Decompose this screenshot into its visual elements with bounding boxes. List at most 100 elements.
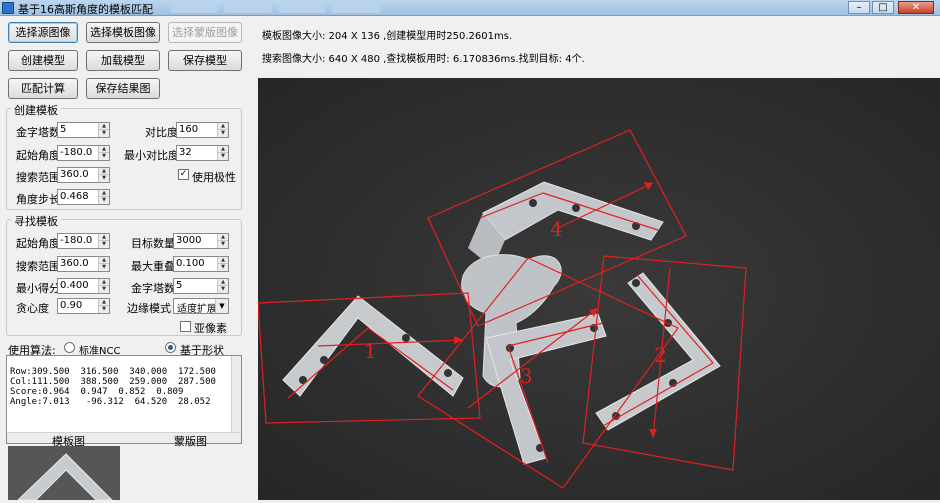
match-label-2: 2 — [654, 343, 667, 367]
spin-up-icon[interactable]: ▲ — [99, 168, 109, 175]
find-search-range-spinner[interactable]: 360.0 ▲ ▼ — [57, 256, 110, 272]
maximize-button[interactable]: □ — [872, 1, 894, 14]
max-overlap-spinner[interactable]: 0.100 ▲ ▼ — [173, 256, 229, 272]
spin-down-icon[interactable]: ▼ — [99, 175, 109, 182]
taskbar-tabs — [170, 2, 410, 14]
target-count-value: 3000 — [176, 235, 202, 246]
save-result-button[interactable]: 保存结果图 — [86, 78, 160, 99]
vertical-scrollbar[interactable] — [231, 356, 241, 432]
min-score-label: 最小得分 — [16, 282, 60, 295]
min-contrast-spinner[interactable]: 32 ▲ ▼ — [176, 145, 229, 161]
spin-down-icon[interactable]: ▼ — [218, 286, 228, 293]
max-overlap-value: 0.100 — [176, 258, 205, 269]
spin-down-icon[interactable]: ▼ — [99, 286, 109, 293]
template-part-image — [8, 446, 120, 501]
tab-1[interactable] — [170, 2, 218, 13]
find-pyramid-spinner[interactable]: 5 ▲ ▼ — [173, 278, 229, 294]
contrast-spinner[interactable]: 160 ▲ ▼ — [176, 122, 229, 138]
tab-3[interactable] — [278, 2, 326, 13]
greediness-spinner[interactable]: 0.90 ▲ ▼ — [57, 298, 110, 314]
save-model-button[interactable]: 保存模型 — [168, 50, 242, 71]
spin-up-icon[interactable]: ▲ — [99, 146, 109, 153]
max-overlap-label: 最大重叠 — [131, 260, 175, 273]
result-angle: Angle:7.013 -96.312 64.520 28.052 — [10, 397, 211, 407]
spin-up-icon[interactable]: ▲ — [218, 146, 228, 153]
edge-mode-label: 边缘模式 — [127, 302, 171, 315]
min-score-spinner[interactable]: 0.400 ▲ ▼ — [57, 278, 110, 294]
spin-down-icon[interactable]: ▼ — [99, 264, 109, 271]
result-score: Score:0.964 0.947 0.852 0.809 — [10, 387, 184, 397]
select-template-button[interactable]: 选择模板图像 — [86, 22, 160, 43]
spin-down-icon[interactable]: ▼ — [218, 153, 228, 160]
image-viewer[interactable]: 1 2 3 4 — [257, 78, 940, 500]
create-search-range-spinner[interactable]: 360.0 ▲ ▼ — [57, 167, 110, 183]
result-textbox[interactable]: Row:309.500 316.500 340.000 172.500 Col:1… — [6, 355, 242, 444]
create-pyramid-label: 金字塔数 — [16, 126, 60, 139]
tab-4[interactable] — [332, 2, 380, 13]
find-start-angle-value: -180.0 — [60, 235, 93, 246]
spin-up-icon[interactable]: ▲ — [218, 279, 228, 286]
spin-up-icon[interactable]: ▲ — [99, 190, 109, 197]
edge-mode-value: 适度扩展 — [177, 304, 217, 315]
chevron-down-icon[interactable]: ▼ — [215, 299, 228, 313]
shape-radio[interactable] — [165, 342, 176, 353]
polarity-checkbox[interactable]: ✓ — [178, 169, 189, 180]
create-pyramid-spinner[interactable]: 5 ▲ ▼ — [57, 122, 110, 138]
spin-down-icon[interactable]: ▼ — [218, 241, 228, 248]
polarity-label: 使用极性 — [192, 171, 236, 184]
spin-up-icon[interactable]: ▲ — [99, 234, 109, 241]
find-start-angle-spinner[interactable]: -180.0 ▲ ▼ — [57, 233, 110, 249]
match-result-canvas: 1 2 3 4 — [257, 78, 940, 500]
match-compute-button[interactable]: 匹配计算 — [8, 78, 78, 99]
find-pyramid-value: 5 — [176, 280, 183, 291]
spin-up-icon[interactable]: ▲ — [218, 234, 228, 241]
min-score-value: 0.400 — [60, 280, 89, 291]
create-start-angle-value: -180.0 — [60, 147, 93, 158]
angle-step-label: 角度步长 — [16, 193, 60, 206]
select-mask-button[interactable]: 选择蒙版图像 — [168, 22, 242, 43]
spin-down-icon[interactable]: ▼ — [99, 197, 109, 204]
spin-up-icon[interactable]: ▲ — [99, 123, 109, 130]
spin-down-icon[interactable]: ▼ — [99, 130, 109, 137]
match-label-3: 3 — [520, 364, 533, 388]
edge-mode-dropdown[interactable]: 适度扩展 ▼ — [173, 298, 229, 315]
template-thumbnail — [8, 446, 120, 501]
find-pyramid-label: 金字塔数 — [131, 282, 175, 295]
spin-down-icon[interactable]: ▼ — [218, 264, 228, 271]
select-source-button[interactable]: 选择源图像 — [8, 22, 78, 43]
spin-up-icon[interactable]: ▲ — [99, 257, 109, 264]
angle-step-spinner[interactable]: 0.468 ▲ ▼ — [57, 189, 110, 205]
title-bar: 基于16高斯角度的模板匹配 – □ ✕ — [0, 0, 940, 16]
create-pyramid-value: 5 — [60, 124, 67, 135]
result-col: Col:111.500 388.500 259.000 287.500 — [10, 377, 216, 387]
app-icon — [2, 2, 14, 14]
minimize-button[interactable]: – — [848, 1, 870, 14]
ncc-radio[interactable] — [64, 342, 75, 353]
find-start-angle-label: 起始角度 — [16, 237, 60, 250]
target-count-label: 目标数量 — [131, 237, 175, 250]
find-search-range-value: 360.0 — [60, 258, 89, 269]
greediness-value: 0.90 — [60, 300, 83, 311]
spin-up-icon[interactable]: ▲ — [218, 123, 228, 130]
subpixel-checkbox[interactable] — [180, 321, 191, 332]
load-model-button[interactable]: 加载模型 — [86, 50, 160, 71]
mask-image-label: 蒙版图 — [174, 435, 207, 448]
find-search-range-label: 搜索范围 — [16, 260, 60, 273]
spin-up-icon[interactable]: ▲ — [99, 299, 109, 306]
spin-down-icon[interactable]: ▼ — [99, 241, 109, 248]
create-model-button[interactable]: 创建模型 — [8, 50, 78, 71]
spin-up-icon[interactable]: ▲ — [218, 257, 228, 264]
min-contrast-value: 32 — [179, 147, 192, 158]
spin-up-icon[interactable]: ▲ — [99, 279, 109, 286]
tab-2[interactable] — [224, 2, 272, 13]
spin-down-icon[interactable]: ▼ — [218, 130, 228, 137]
spin-down-icon[interactable]: ▼ — [99, 306, 109, 313]
target-count-spinner[interactable]: 3000 ▲ ▼ — [173, 233, 229, 249]
contrast-label: 对比度 — [145, 126, 178, 139]
min-contrast-label: 最小对比度 — [124, 149, 179, 162]
create-start-angle-spinner[interactable]: -180.0 ▲ ▼ — [57, 145, 110, 161]
close-button[interactable]: ✕ — [898, 1, 934, 14]
window-title: 基于16高斯角度的模板匹配 — [18, 3, 153, 16]
create-template-title: 创建模板 — [11, 102, 61, 118]
spin-down-icon[interactable]: ▼ — [99, 153, 109, 160]
